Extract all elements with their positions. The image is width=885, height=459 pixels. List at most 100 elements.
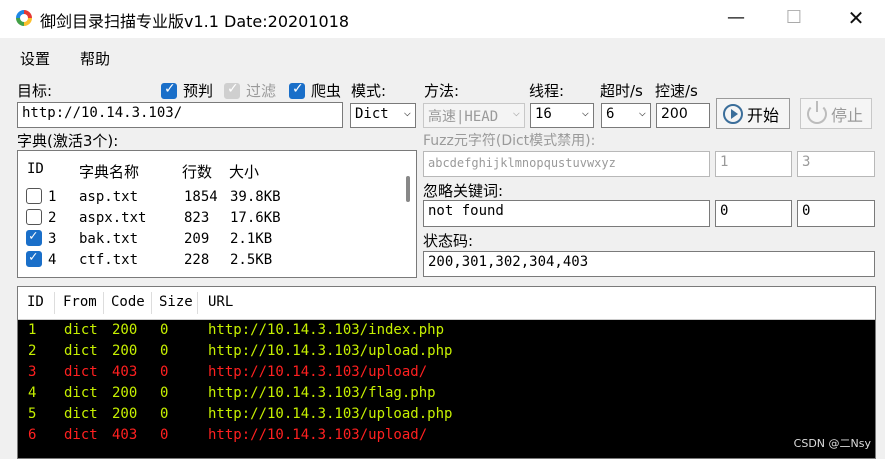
dict-col-id: ID [27,161,44,177]
stop-button: 停止 [800,98,872,129]
result-from: dict [64,364,98,380]
result-size: 0 [160,385,169,401]
result-row[interactable]: 4 dict 200 0 http://10.14.3.103/flag.php [18,384,875,405]
speed-input[interactable]: 200 [656,103,710,128]
chevron-down-icon: ⌵ [581,105,589,119]
dict-checkbox[interactable] [26,188,42,204]
result-id: 5 [28,406,37,422]
dict-row[interactable]: 4 ctf.txt 228 2.5KB [18,249,398,271]
dict-row[interactable]: 3 bak.txt 209 2.1KB [18,228,398,250]
result-code: 200 [112,406,138,422]
threads-select[interactable]: 16 ⌵ [530,103,594,128]
speed-label: 控速/s [655,82,698,100]
results-col-url: URL [208,294,234,310]
maximize-button[interactable]: ☐ [764,0,824,36]
result-row[interactable]: 6 dict 403 0 http://10.14.3.103/upload/ [18,426,875,447]
timeout-value: 6 [606,106,615,122]
result-row[interactable]: 1 dict 200 0 http://10.14.3.103/index.ph… [18,321,875,342]
watermark: CSDN @二Nsy [793,437,871,450]
result-from: dict [64,343,98,359]
title-bar: 御剑目录扫描专业版v1.1 Date:20201018 — ☐ ✕ [0,0,885,38]
dict-size: 17.6KB [230,210,281,226]
status-input[interactable]: 200,301,302,304,403 [423,251,875,277]
dict-row[interactable]: 2 aspx.txt 823 17.6KB [18,208,398,229]
ignore-input[interactable]: not found [423,200,710,227]
dict-lines: 1854 [184,189,218,205]
stop-label: 停止 [831,105,864,125]
result-url: http://10.14.3.103/upload.php [208,406,453,422]
scrollbar-thumb[interactable] [406,176,410,202]
dict-id: 2 [48,210,57,226]
dict-size: 2.5KB [230,252,273,268]
dict-name: aspx.txt [79,210,147,226]
result-url: http://10.14.3.103/upload/ [208,364,428,380]
method-value: 高速|HEAD [428,109,499,125]
chevron-down-icon: ⌵ [638,105,646,119]
ignore-a-input[interactable]: 0 [715,200,792,227]
result-url: http://10.14.3.103/upload.php [208,343,453,359]
menu-settings[interactable]: 设置 [20,48,50,69]
threads-value: 16 [535,106,552,122]
results-col-id: ID [27,294,44,310]
dict-row[interactable]: 1 asp.txt 1854 39.8KB [18,187,398,208]
menu-bar: 设置 帮助 [0,42,885,72]
result-size: 0 [160,427,169,443]
chevron-down-icon: ⌵ [403,105,411,119]
app-icon [16,10,32,26]
target-input[interactable]: http://10.14.3.103/ [17,102,343,128]
menu-help[interactable]: 帮助 [80,48,110,69]
status-label: 状态码: [423,232,474,250]
crawler-label: 爬虫 [311,82,342,100]
fuzz-max-input: 3 [797,151,875,177]
crawler-checkbox[interactable] [289,81,305,99]
result-size: 0 [160,343,169,359]
result-code: 403 [112,427,138,443]
dict-id: 3 [48,231,57,247]
ignore-label: 忽略关键词: [423,182,504,200]
ignore-b-input[interactable]: 0 [797,200,875,227]
result-row[interactable]: 2 dict 200 0 http://10.14.3.103/upload.p… [18,342,875,363]
dict-name: ctf.txt [79,252,139,268]
mode-select[interactable]: Dict ⌵ [350,103,416,128]
fuzz-label: Fuzz元字符(Dict模式禁用): [423,133,596,149]
window-title: 御剑目录扫描专业版v1.1 Date:20201018 [40,12,350,31]
results-col-code: Code [111,294,145,310]
result-from: dict [64,322,98,338]
results-col-from: From [63,294,97,310]
fuzz-min-input: 1 [715,151,792,177]
dict-size: 39.8KB [230,189,281,205]
dict-scrollbar[interactable] [401,152,415,276]
result-code: 200 [112,385,138,401]
result-url: http://10.14.3.103/index.php [208,322,445,338]
result-row[interactable]: 3 dict 403 0 http://10.14.3.103/upload/ [18,363,875,384]
dict-list[interactable]: ID 字典名称 行数 大小 1 asp.txt 1854 39.8KB 2 as… [17,150,417,278]
filter-label: 过滤 [246,82,277,100]
filter-checkbox [224,81,240,99]
dict-checkbox[interactable] [26,249,42,267]
result-from: dict [64,427,98,443]
target-label: 目标: [17,82,53,100]
timeout-label: 超时/s [600,82,643,100]
prejudge-checkbox[interactable] [161,81,177,99]
fuzz-charset-input: abcdefghijklmnopqustuvwxyz [423,151,710,177]
chevron-down-icon: ⌵ [512,105,520,119]
dict-lines: 209 [184,231,210,247]
dict-id: 1 [48,189,57,205]
dict-checkbox[interactable] [26,228,42,246]
minimize-button[interactable]: — [706,0,766,36]
result-id: 3 [28,364,37,380]
dict-col-name: 字典名称 [79,163,140,181]
start-button[interactable]: 开始 [716,98,790,129]
dict-size: 2.1KB [230,231,273,247]
timeout-select[interactable]: 6 ⌵ [601,103,651,128]
dict-col-size: 大小 [229,163,260,181]
result-code: 200 [112,322,138,338]
play-icon [723,103,743,124]
result-size: 0 [160,322,169,338]
dict-checkbox[interactable] [26,209,42,225]
threads-label: 线程: [529,82,565,100]
close-button[interactable]: ✕ [826,0,885,36]
results-col-size: Size [159,294,193,310]
results-table[interactable]: ID From Code Size URL 1 dict 200 0 http:… [17,286,876,459]
result-row[interactable]: 5 dict 200 0 http://10.14.3.103/upload.p… [18,405,875,426]
